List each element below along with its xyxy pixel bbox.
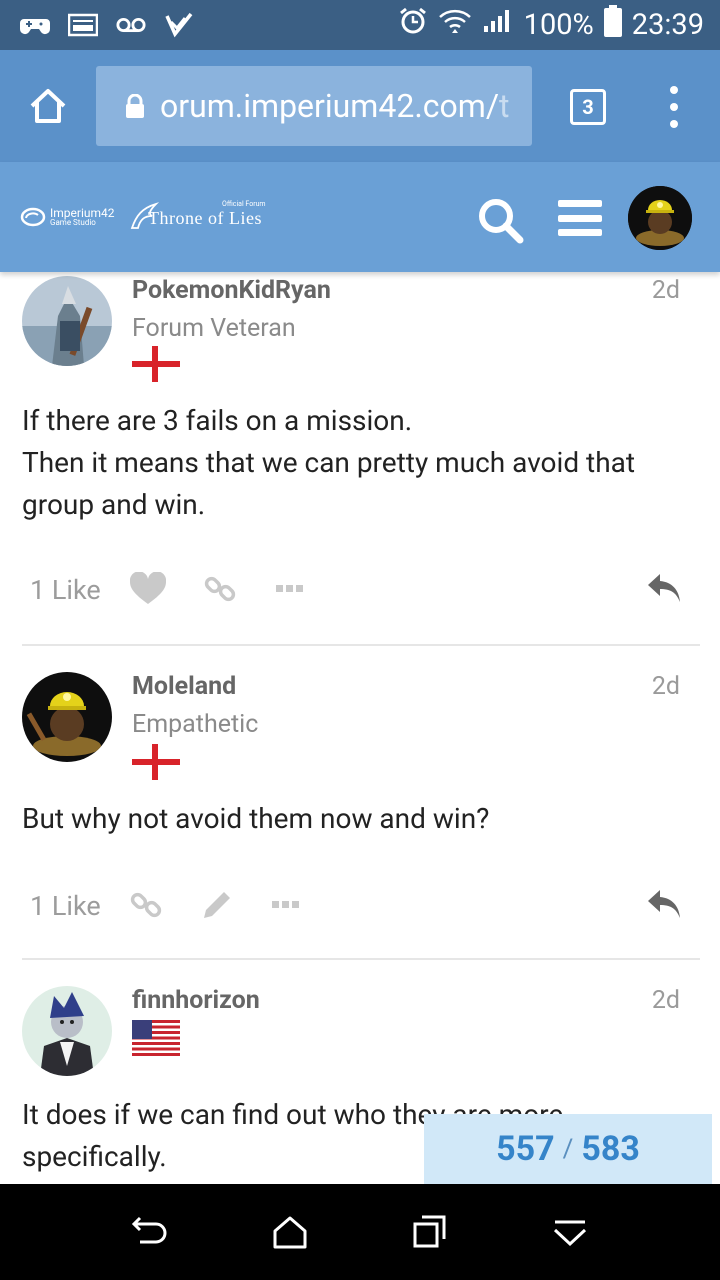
post-card: Moleland Empathetic 2d But why not avoid… (0, 672, 720, 962)
post-divider (22, 644, 700, 646)
user-title: Forum Veteran (132, 314, 296, 343)
user-title: Empathetic (132, 710, 259, 739)
image-icon (68, 12, 98, 38)
reply-icon[interactable] (646, 570, 682, 604)
checkmark-icon (164, 12, 194, 38)
wifi-icon (438, 6, 472, 44)
home-button[interactable] (0, 50, 96, 162)
edit-pencil-icon[interactable] (200, 888, 234, 922)
search-icon[interactable] (476, 196, 524, 244)
current-user-avatar[interactable] (628, 186, 692, 250)
more-options-icon[interactable] (276, 584, 304, 594)
post-date[interactable]: 2d (652, 672, 680, 701)
collapse-nav-icon[interactable] (552, 1214, 588, 1250)
alarm-icon (398, 6, 428, 44)
url-bar[interactable]: orum.imperium42.com/t (96, 66, 532, 146)
england-flag-icon (132, 346, 180, 382)
reply-icon[interactable] (646, 886, 682, 920)
link-icon[interactable] (130, 888, 164, 922)
like-count[interactable]: 1 Like (30, 574, 101, 606)
status-bar: 100% 23:39 (0, 0, 720, 50)
recent-apps-icon[interactable] (412, 1214, 448, 1250)
user-avatar[interactable] (22, 986, 112, 1076)
link-icon[interactable] (204, 572, 238, 606)
username[interactable]: Moleland (132, 672, 236, 701)
progress-separator: / (562, 1134, 574, 1164)
post-actions: 1 Like (0, 882, 720, 932)
user-avatar[interactable] (22, 276, 112, 366)
progress-total: 583 (581, 1129, 640, 1169)
post-divider (22, 958, 700, 960)
post-date[interactable]: 2d (652, 276, 680, 305)
post-card: PokemonKidRyan Forum Veteran 2d If there… (0, 272, 720, 646)
tab-switcher-button[interactable]: 3 (570, 89, 606, 125)
username[interactable]: finnhorizon (132, 986, 260, 1015)
battery-icon (603, 5, 622, 45)
voicemail-icon (116, 12, 146, 38)
post-actions: 1 Like (0, 566, 720, 616)
android-nav-bar (0, 1184, 720, 1280)
user-avatar[interactable] (22, 672, 112, 762)
post-date[interactable]: 2d (652, 986, 680, 1015)
heart-icon[interactable] (130, 572, 166, 606)
usa-flag-icon (132, 1020, 180, 1056)
lock-icon (126, 94, 144, 118)
username[interactable]: PokemonKidRyan (132, 276, 331, 305)
post-body: If there are 3 fails on a mission. Then … (22, 404, 636, 521)
england-flag-icon (132, 744, 180, 780)
back-icon[interactable] (130, 1214, 170, 1250)
studio-logo[interactable]: Imperium42 Game Studio (20, 206, 115, 228)
game-controller-icon (20, 12, 50, 38)
swirl-icon (20, 207, 46, 227)
progress-current: 557 (496, 1129, 555, 1169)
browser-toolbar: orum.imperium42.com/t 3 (0, 50, 720, 162)
post-progress-indicator[interactable]: 557 / 583 (424, 1114, 718, 1184)
post-body: But why not avoid them now and win? (22, 802, 490, 835)
hamburger-menu-icon[interactable] (558, 200, 602, 236)
battery-text: 100% (523, 8, 594, 42)
forum-header: Imperium42 Game Studio Official Forum Th… (0, 162, 720, 272)
clock: 23:39 (631, 8, 704, 42)
like-count[interactable]: 1 Like (30, 890, 101, 922)
url-text: orum.imperium42.com/t (160, 87, 510, 125)
browser-menu-button[interactable] (660, 86, 688, 128)
home-icon (30, 89, 66, 123)
more-options-icon[interactable] (272, 900, 300, 910)
signal-icon (482, 8, 514, 42)
home-nav-icon[interactable] (272, 1214, 308, 1250)
